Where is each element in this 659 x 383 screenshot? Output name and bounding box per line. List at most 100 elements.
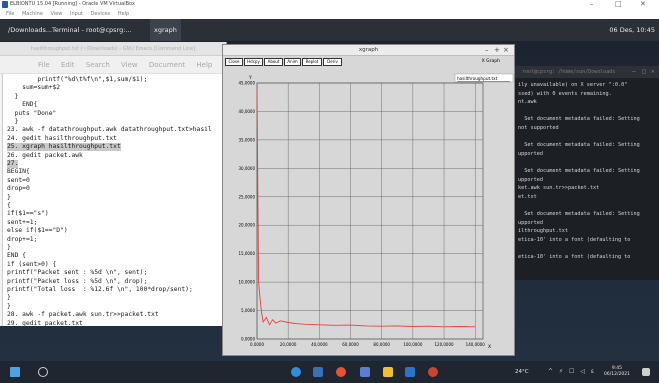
vbox-menu-help[interactable]: Help xyxy=(118,11,129,17)
gedit-menubar: File Edit Search View Document Help xyxy=(0,56,226,74)
legend-label: hasilthroughput.txt xyxy=(457,76,498,81)
gedit-line: if (sent>0) { xyxy=(7,260,57,268)
throughput-chart: 0.0000 20,0000 40,0000 60,0000 80,0000 100,00… xyxy=(238,73,514,350)
file-explorer-icon[interactable] xyxy=(313,367,323,377)
system-tray[interactable]: ^ ⚡ ☐ ◁ ε xyxy=(548,361,596,383)
taskbar-clock[interactable]: 9:45 06/12/2021 xyxy=(604,366,630,378)
x-axis-label: X xyxy=(488,344,491,350)
chrome-icon[interactable] xyxy=(336,367,346,377)
gedit-line: sent+=1; xyxy=(7,218,38,226)
gedit-line: 24. gedit hasilthroughput.txt xyxy=(7,134,117,142)
x-tick-label: 100,0000 xyxy=(403,342,423,347)
gedit-line: if($1=="s") xyxy=(7,210,49,218)
guest-top-panel: /Downloads... Terminal - root@cpsrg:... … xyxy=(0,19,659,41)
panel-task-terminal[interactable]: Terminal - root@cpsrg:... xyxy=(48,19,136,41)
vbox-menu-machine[interactable]: Machine xyxy=(22,11,43,17)
vbox-maximize-button[interactable]: □ xyxy=(615,0,622,9)
gedit-line: printf("Total loss : %12.6f \n", 100*dro… xyxy=(7,286,193,293)
vbox-menu-file[interactable]: File xyxy=(6,11,14,17)
terminal-line: ssed) with 0 events remaining. xyxy=(518,90,612,97)
terminal-line: not supported xyxy=(518,125,559,131)
virtualbox-taskbar-icon[interactable] xyxy=(405,367,415,377)
gedit-line: sum=sum+$2 xyxy=(7,84,61,92)
gedit-line: else if($1=="D") xyxy=(7,227,68,235)
gedit-line: 26. gedit packet.awk xyxy=(7,151,83,159)
gedit-title-bar: hasilthroughput.txt (~/Downloads) - GNU … xyxy=(0,42,226,56)
vbox-title-bar: ELBIONTU 15.04 [Running] - Oracle VM Vir… xyxy=(0,0,659,9)
gedit-line: } xyxy=(7,118,19,125)
store-icon[interactable] xyxy=(360,367,370,377)
notification-icon[interactable] xyxy=(642,368,650,376)
terminal-line: upported xyxy=(518,219,543,226)
taskbar-date: 06/12/2021 xyxy=(604,372,630,377)
gedit-line: BEGIN{ xyxy=(7,168,30,176)
gedit-line: 29. gedit packet.txt xyxy=(7,319,83,326)
terminal-line: Set document metadata failed: Setting xyxy=(518,168,640,174)
gedit-menu-document[interactable]: Document xyxy=(149,61,185,69)
terminal-maximize-button[interactable]: □ xyxy=(642,68,646,75)
search-icon[interactable] xyxy=(38,367,48,377)
terminal-line: etica-10' into a font (defaulting to xyxy=(518,236,631,243)
y-tick-label: 10,0000 xyxy=(238,280,255,285)
terminal-line: ilthroughput.txt xyxy=(518,228,568,235)
gedit-menu-help[interactable]: Help xyxy=(196,61,212,69)
windows-taskbar: 24°C ^ ⚡ ☐ ◁ ε 9:45 06/12/2021 xyxy=(0,361,659,383)
panel-clock[interactable]: 06 Des, 10:45 xyxy=(609,19,655,41)
terminal-close-button[interactable]: ✕ xyxy=(651,68,655,75)
gedit-line: } xyxy=(7,302,11,310)
app-taskbar-icon[interactable] xyxy=(428,367,438,377)
gedit-line: } xyxy=(7,294,11,302)
x-tick-label: 40,0000 xyxy=(311,342,328,347)
gedit-line: sent=0 xyxy=(7,176,30,184)
vbox-menu-view[interactable]: View xyxy=(51,11,63,17)
x-tick-label: 120,0000 xyxy=(434,342,454,347)
terminal-line: Set document metadata failed: Setting xyxy=(518,142,640,149)
gedit-line: END{ xyxy=(7,101,38,109)
terminal-line: nt.awk xyxy=(518,99,537,106)
gedit-line: END { xyxy=(7,252,26,260)
gedit-text-area[interactable]: printf("%d\t%f\n",$1,sum/$1); sum=sum+$2… xyxy=(2,74,227,326)
panel-task-xgraph[interactable]: xgraph xyxy=(150,19,181,41)
gedit-line: } xyxy=(7,92,19,100)
y-tick-label: 40,0000 xyxy=(238,109,255,114)
gedit-line: 23. awk -f datathroughput.awk datathroug… xyxy=(7,126,212,134)
plot-area xyxy=(256,82,484,340)
photos-icon[interactable] xyxy=(383,367,393,377)
gedit-line: } xyxy=(7,244,11,251)
x-tick-label: 0.0000 xyxy=(250,342,264,347)
gedit-line: } xyxy=(7,193,11,201)
gedit-line: puts "Done" xyxy=(7,109,57,117)
gedit-line: 27. xyxy=(7,160,19,168)
edge-icon[interactable] xyxy=(291,367,301,377)
gedit-line: drop+=1; xyxy=(7,235,38,243)
y-tick-label: 15,0000 xyxy=(238,251,255,256)
vbox-close-button[interactable]: ✕ xyxy=(640,0,646,9)
terminal-minimize-button[interactable]: – xyxy=(632,68,636,75)
vbox-menu-devices[interactable]: Devices xyxy=(91,11,111,17)
vbox-minimize-button[interactable]: – xyxy=(590,0,594,9)
gedit-line: 28. awk -f packet.awk sun.tr>>packet.txt xyxy=(7,311,159,319)
gedit-menu-edit[interactable]: Edit xyxy=(61,61,75,69)
gedit-line: printf("%d\t%f\n",$1,sum/$1); xyxy=(7,76,148,83)
virtualbox-icon xyxy=(2,1,8,8)
gedit-line: 25. xgraph hasilthroughput.txt xyxy=(7,143,121,152)
y-tick-label: 30,0000 xyxy=(238,166,255,171)
terminal-line: Set document metadata failed: Setting xyxy=(518,211,640,217)
vbox-menubar: File Machine View Input Devices Help xyxy=(0,9,659,19)
weather-widget[interactable]: 24°C xyxy=(515,361,529,383)
terminal-line: etica-10' into a font (defaulting to xyxy=(518,254,631,260)
y-tick-label: 5,0000 xyxy=(241,308,255,313)
gedit-menu-search[interactable]: Search xyxy=(86,61,110,69)
x-tick-label: 20,0000 xyxy=(280,342,297,347)
y-tick-label: 45,0000 xyxy=(238,81,255,86)
x-tick-label: 60,0000 xyxy=(342,342,359,347)
vbox-menu-input[interactable]: Input xyxy=(70,11,83,17)
gedit-menu-view[interactable]: View xyxy=(121,61,138,69)
gedit-menu-file[interactable]: File xyxy=(38,61,50,69)
x-tick-label: 80,0000 xyxy=(373,342,390,347)
gedit-line: { xyxy=(7,202,11,209)
terminal-line: upported xyxy=(518,150,543,157)
windows-start-icon[interactable] xyxy=(10,367,20,377)
gedit-window: hasilthroughput.txt (~/Downloads) - GNU … xyxy=(0,42,227,326)
vbox-window-title: ELBIONTU 15.04 [Running] - Oracle VM Vir… xyxy=(10,1,135,7)
